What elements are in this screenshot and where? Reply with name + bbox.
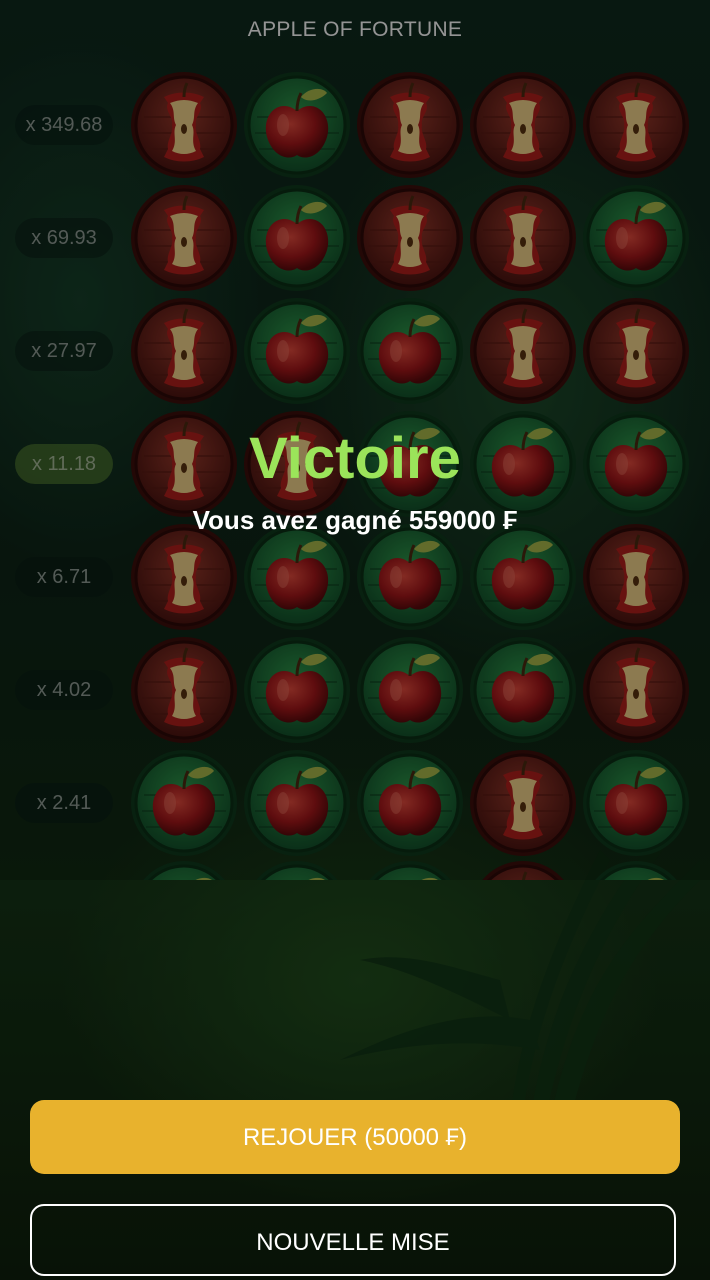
victory-title: Victoire xyxy=(249,426,461,491)
game-scene: APPLE OF FORTUNE x 349.68 x 69.93 x 27.97 x… xyxy=(0,0,710,1280)
win-amount-message: Vous avez gagné 559000 ₣ xyxy=(192,505,518,535)
new-bet-button[interactable]: NOUVELLE MISE xyxy=(30,1204,676,1276)
replay-button[interactable]: REJOUER (50000 ₣) xyxy=(30,1100,680,1174)
